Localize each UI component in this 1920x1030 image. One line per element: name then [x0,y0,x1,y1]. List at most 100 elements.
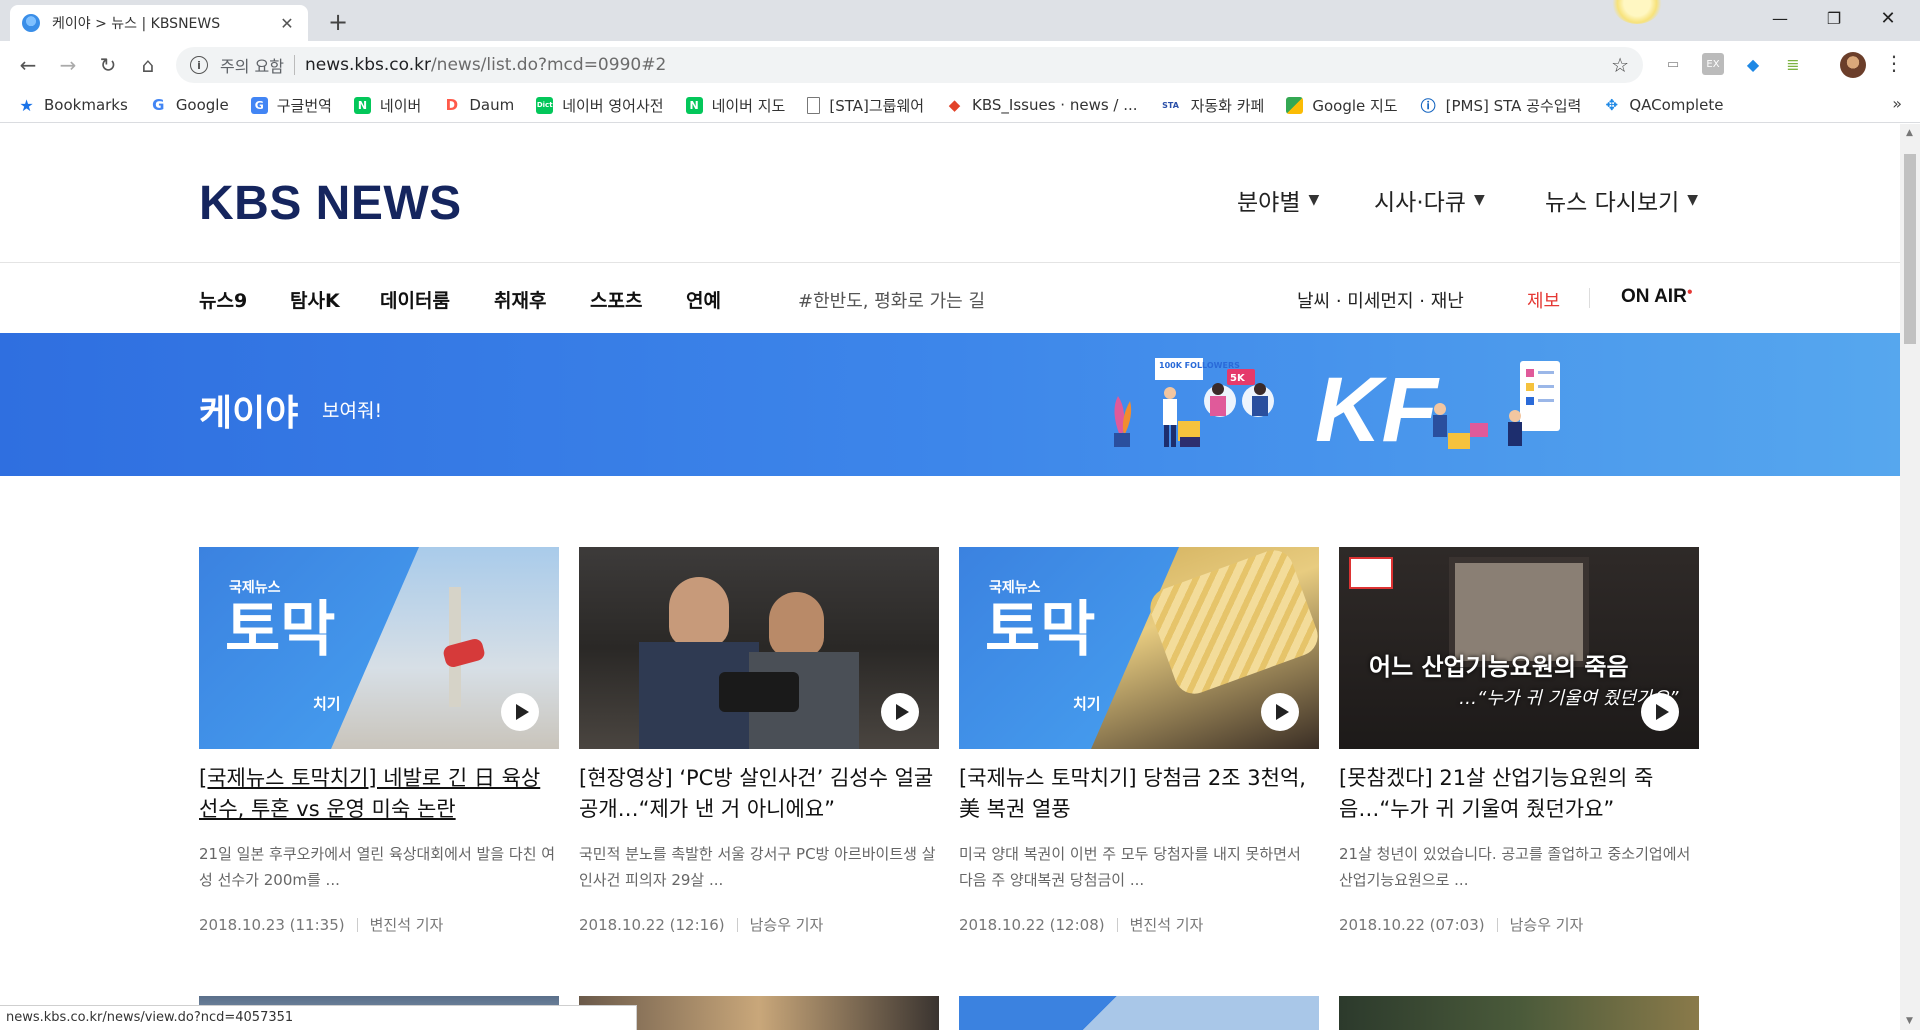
article-card[interactable]: [현장영상] ‘PC방 살인사건’ 김성수 얼굴 공개…“제가 낸 거 아니에요… [579,547,939,935]
bookmark-item[interactable]: STA 자동화 카페 [1160,95,1264,116]
minimize-button[interactable]: — [1752,0,1808,36]
keiya-banner: 케이야 보여줘! 100K FOLLOWERS 5K KF [0,333,1900,476]
nav-news9[interactable]: 뉴스9 [199,286,247,313]
hashtag-link[interactable]: #한반도, 평화로 가는 길 [798,287,985,313]
extension-cast-icon[interactable]: ▭ [1662,53,1684,75]
naver-icon: N [685,96,703,114]
bookmark-item[interactable]: G Google [150,96,229,114]
page-icon [807,96,821,114]
scrollbar-thumb[interactable] [1904,154,1916,344]
nav-tamsa-k[interactable]: 탐사K [290,286,340,313]
forward-icon[interactable]: → [52,49,84,81]
extension-diamond-icon[interactable]: ◆ [1742,53,1764,75]
profile-avatar[interactable] [1840,52,1866,78]
bookmark-item[interactable]: ⓘ [PMS] STA 공수입력 [1420,95,1582,116]
report-link[interactable]: 제보 [1527,287,1560,313]
person-body [1163,399,1177,425]
menu-category[interactable]: 분야별 ▼ [1237,183,1319,217]
bookmark-star-icon[interactable]: ☆ [1611,53,1629,77]
back-icon[interactable]: ← [12,49,44,81]
info-icon[interactable]: i [190,56,208,74]
caret-down-icon: ▼ [1308,192,1320,208]
article-reporter: 남승우 기자 [1509,916,1584,934]
nav-entertainment[interactable]: 연예 [686,286,721,313]
article-thumbnail-partial[interactable] [959,996,1319,1030]
article-title[interactable]: [국제뉴스 토막치기] 당첨금 2조 3천억, 美 복권 열풍 [959,763,1319,825]
meta-divider [736,917,738,932]
article-card[interactable]: 국제뉴스 토막 치기 [국제뉴스 토막치기] 당첨금 2조 3천억, 美 복권 … [959,547,1319,935]
nav-sports[interactable]: 스포츠 [590,286,642,313]
bookmark-item[interactable]: ✥ QAComplete [1603,96,1724,114]
article-card[interactable]: 국제뉴스 토막 치기 [국제뉴스 토막치기] 네발로 긴 日 육상선수, 투혼 … [199,547,559,935]
play-icon[interactable] [1261,693,1299,731]
menu-replay[interactable]: 뉴스 다시보기 ▼ [1545,183,1698,217]
article-thumbnail[interactable]: 어느 산업기능요원의 죽음 …“누가 귀 기울여 줬던가요” [1339,547,1699,749]
scroll-up-icon[interactable]: ▲ [1906,128,1913,138]
restore-button[interactable]: ❐ [1806,0,1862,36]
play-icon[interactable] [881,693,919,731]
nav-after-coverage[interactable]: 취재후 [494,286,546,313]
reload-icon[interactable]: ↻ [92,49,124,81]
bookmarks-overflow-icon[interactable]: » [1892,94,1902,113]
extension-ex-icon[interactable]: EX [1702,53,1724,75]
person-body [1508,422,1522,446]
article-meta: 2018.10.23 (11:35) 변진석 기자 [199,914,559,935]
bookmark-item[interactable]: [STA]그룹웨어 [807,95,924,116]
page-scrollbar[interactable]: ▲ ▼ [1900,124,1920,1030]
moving-box [1470,423,1488,437]
bookmark-item[interactable]: ◆ KBS_Issues · news / ... [946,96,1138,114]
close-window-button[interactable]: ✕ [1860,0,1916,36]
live-dot-icon: ● [1686,286,1693,298]
menu-icon[interactable]: ⋮ [1884,51,1904,75]
gitlab-icon: ◆ [948,96,961,114]
bookmark-item[interactable]: G 구글번역 [250,95,332,116]
kf-illustration: 100K FOLLOWERS 5K KF [1114,358,1560,461]
thumb-overlay-big: 토막 [985,595,1096,665]
article-title[interactable]: [못참겠다] 21살 산업기능요원의 죽음…“누가 귀 기울여 줬던가요” [1339,763,1699,825]
article-card[interactable]: 어느 산업기능요원의 죽음 …“누가 귀 기울여 줬던가요” [못참겠다] 21… [1339,547,1699,935]
article-summary: 21일 일본 후쿠오카에서 열린 육상대회에서 발을 다친 여성 선수가 200… [199,845,556,889]
camera-shape [719,672,799,712]
bookmark-label: [PMS] STA 공수입력 [1445,96,1582,115]
article-title[interactable]: [국제뉴스 토막치기] 네발로 긴 日 육상선수, 투혼 vs 운영 미숙 논란 [199,763,559,825]
maps-icon [1286,96,1304,114]
google-icon: G [152,96,165,114]
article-thumbnail[interactable]: 국제뉴스 토막 치기 [199,547,559,749]
url-text[interactable]: news.kbs.co.kr/news/list.do?mcd=0990#2 [305,55,666,75]
bookmark-label: [STA]그룹웨어 [829,96,925,115]
weather-link[interactable]: 날씨 · 미세먼지 · 재난 [1297,287,1464,313]
bookmark-item[interactable]: Dict 네이버 영어사전 [536,95,664,116]
bookmark-item[interactable]: N 네이버 [353,95,421,116]
banner-title: 케이야 [199,393,299,434]
status-bar-url: news.kbs.co.kr/news/view.do?ncd=4057351 [0,1005,637,1030]
article-thumbnail[interactable]: 국제뉴스 토막 치기 [959,547,1319,749]
kbs-news-logo[interactable]: KBS NEWS [199,176,462,231]
bookmark-label: KBS_Issues · news / ... [972,96,1138,114]
sun-decoration [1612,0,1662,24]
article-title[interactable]: [현장영상] ‘PC방 살인사건’ 김성수 얼굴 공개…“제가 낸 거 아니에요… [579,763,939,825]
home-icon[interactable]: ⌂ [132,49,164,81]
bookmark-item[interactable]: N 네이버 지도 [685,95,786,116]
play-icon[interactable] [1641,693,1679,731]
article-thumbnail[interactable] [579,547,939,749]
scroll-down-icon[interactable]: ▼ [1906,1016,1913,1026]
nav-dataroom[interactable]: 데이터룸 [380,286,450,313]
url-host: news.kbs.co.kr [304,55,431,75]
address-bar[interactable]: i 주의 요함 news.kbs.co.kr/news/list.do?mcd=… [176,47,1643,83]
bookmark-label: 네이버 지도 [711,96,786,115]
extension-ladder-icon[interactable]: ≣ [1782,53,1804,75]
bookmark-item[interactable]: ★ Bookmarks [18,96,127,115]
article-thumbnail-partial[interactable] [1339,996,1699,1030]
bookmark-item[interactable]: Google 지도 [1286,95,1398,116]
person-body [1252,396,1268,416]
thumb-overlay-headline: 어느 산업기능요원의 죽음 [1369,653,1629,681]
bookmark-item[interactable]: D Daum [443,96,515,114]
person-body [1210,396,1226,416]
onair-link[interactable]: ON AIR● [1621,286,1693,308]
close-tab-icon[interactable]: ✕ [278,14,296,33]
new-tab-button[interactable]: + [325,8,351,36]
play-icon[interactable] [501,693,539,731]
menu-documentary[interactable]: 시사·다큐 ▼ [1374,183,1485,217]
browser-tab-active[interactable]: 케이야 > 뉴스 | KBSNEWS ✕ [10,5,308,41]
article-summary: 미국 양대 복권이 이번 주 모두 당첨자를 내지 못하면서 다음 주 양대복권… [959,845,1301,889]
